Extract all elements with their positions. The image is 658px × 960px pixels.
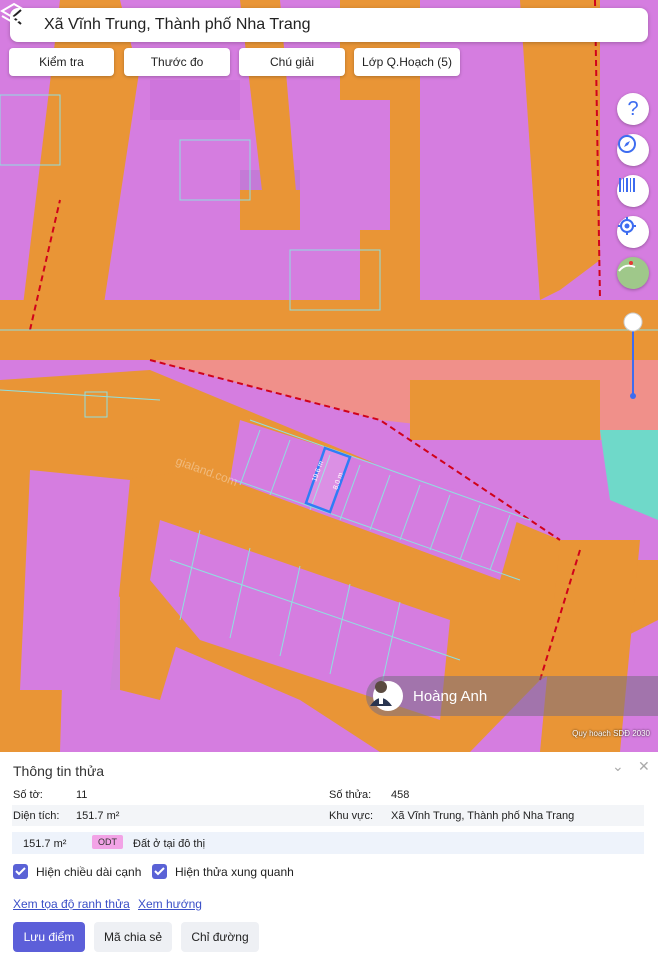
agent-badge[interactable]: Hoàng Anh bbox=[366, 676, 658, 716]
checkbox-edge-length[interactable]: Hiện chiều dài cạnh bbox=[13, 864, 141, 879]
khu-vuc-label: Khu vực: bbox=[329, 810, 374, 822]
satellite-layer-icon bbox=[618, 261, 636, 272]
search-bar[interactable]: Xã Vĩnh Trung, Thành phố Nha Trang bbox=[10, 8, 648, 42]
checkbox-surrounding[interactable]: Hiện thửa xung quanh bbox=[152, 864, 294, 879]
boundary-coords-link[interactable]: Xem tọa độ ranh thửa bbox=[13, 897, 130, 911]
land-use-row: 151.7 m² ODT Đất ở tại đô thị bbox=[12, 832, 644, 854]
map-canvas: 19.6 m 8.0 m gialand.com bbox=[0, 0, 658, 752]
land-description: Đất ở tại đô thị bbox=[133, 838, 206, 850]
parcel-info-panel: Thông tin thửa ⌄ ✕ Số tờ: 11 Số thửa: 45… bbox=[0, 752, 658, 960]
dien-tich-label: Diện tích: bbox=[13, 810, 60, 822]
panel-title: Thông tin thửa bbox=[13, 763, 105, 779]
tab-lop-quy-hoach[interactable]: Lớp Q.Hoạch (5) bbox=[354, 48, 460, 76]
zoom-slider-thumb[interactable] bbox=[623, 312, 643, 332]
checkbox-edge-length-label: Hiện chiều dài cạnh bbox=[36, 864, 142, 879]
locate-icon bbox=[618, 217, 636, 235]
checkbox-checked-icon bbox=[13, 864, 28, 879]
land-code-badge: ODT bbox=[92, 835, 123, 849]
barcode-icon bbox=[619, 178, 635, 192]
location-title: Xã Vĩnh Trung, Thành phố Nha Trang bbox=[44, 16, 311, 33]
so-thua-value: 458 bbox=[391, 789, 410, 801]
save-point-button[interactable]: Lưu điểm bbox=[13, 922, 85, 952]
directions-button[interactable]: Chỉ đường bbox=[181, 922, 259, 952]
khu-vuc-value: Xã Vĩnh Trung, Thành phố Nha Trang bbox=[391, 810, 575, 822]
share-code-button[interactable]: Mã chia sẻ bbox=[94, 922, 172, 952]
checkbox-surrounding-label: Hiện thửa xung quanh bbox=[175, 864, 294, 879]
compass-button[interactable] bbox=[617, 134, 649, 166]
satellite-layer-button[interactable] bbox=[617, 257, 649, 289]
tab-thuoc-do[interactable]: Thước đo bbox=[124, 48, 230, 76]
dien-tich-value: 151.7 m² bbox=[76, 810, 120, 822]
compass-icon bbox=[618, 135, 636, 153]
barcode-button[interactable] bbox=[617, 175, 649, 207]
zoom-slider-end bbox=[630, 393, 636, 399]
tab-kiem-tra[interactable]: Kiểm tra bbox=[9, 48, 114, 76]
so-to-value: 11 bbox=[76, 789, 88, 801]
locate-button[interactable] bbox=[617, 216, 649, 248]
person-icon bbox=[370, 681, 392, 706]
avatar bbox=[370, 681, 403, 711]
planning-map[interactable]: 19.6 m 8.0 m gialand.com Xã Vĩnh Trung, … bbox=[0, 0, 658, 752]
so-thua-label: Số thửa: bbox=[329, 789, 372, 801]
map-credit: Quy hoạch SDĐ 2030 bbox=[572, 729, 650, 738]
view-direction-link[interactable]: Xem hướng bbox=[138, 897, 202, 911]
layers-icon[interactable] bbox=[0, 0, 28, 28]
checkbox-checked-icon bbox=[152, 864, 167, 879]
tab-chu-giai[interactable]: Chú giải bbox=[239, 48, 345, 76]
info-row-sheet: Số tờ: 11 Số thửa: 458 bbox=[12, 784, 644, 805]
so-to-label: Số tờ: bbox=[13, 789, 43, 801]
collapse-icon[interactable]: ⌄ bbox=[612, 758, 624, 775]
map-tabs: Kiểm tra Thước đo Chú giải Lớp Q.Hoạch (… bbox=[0, 48, 658, 76]
agent-name: Hoàng Anh bbox=[413, 687, 488, 705]
close-icon[interactable]: ✕ bbox=[638, 758, 650, 775]
info-row-area: Diện tích: 151.7 m² Khu vực: Xã Vĩnh Tru… bbox=[12, 805, 644, 826]
help-icon: ? bbox=[627, 97, 639, 120]
help-button[interactable]: ? bbox=[617, 93, 649, 125]
land-area: 151.7 m² bbox=[23, 838, 67, 850]
